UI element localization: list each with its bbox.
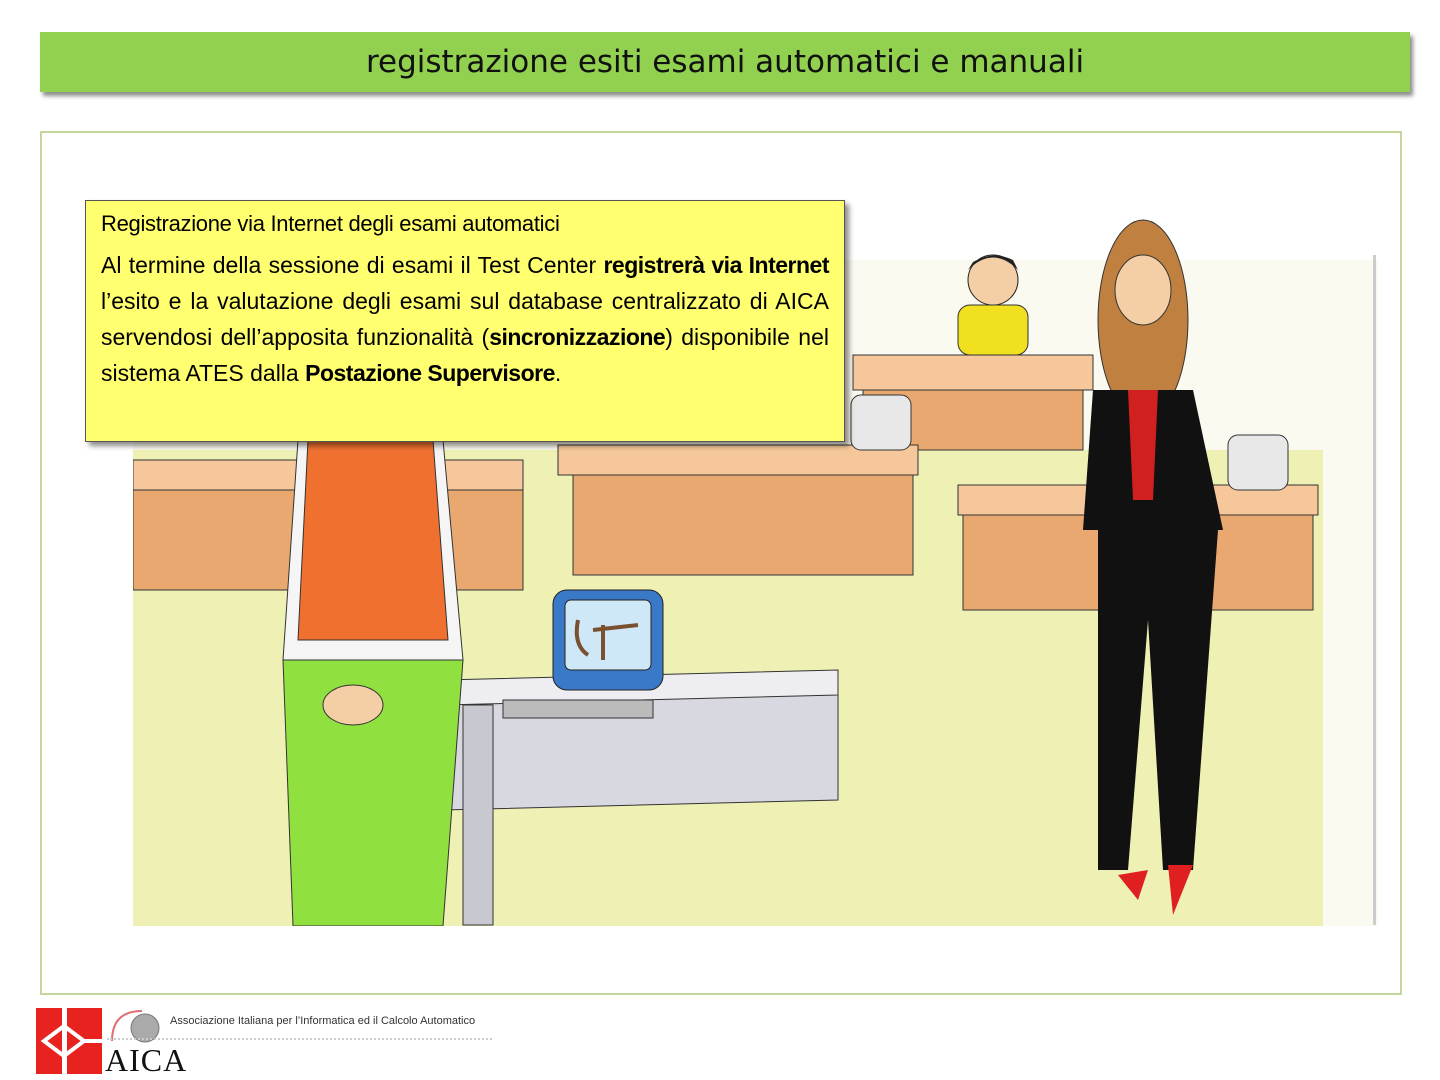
callout-body: Al termine della sessione di esami il Te… bbox=[101, 247, 829, 391]
aica-tagline: Associazione Italiana per l’Informatica … bbox=[170, 1015, 476, 1027]
callout-text-bold: registrerà via Internet bbox=[603, 252, 829, 278]
slide-title: registrazione esiti esami automatici e m… bbox=[365, 44, 1085, 80]
slide-title-bar: registrazione esiti esami automatici e m… bbox=[40, 32, 1410, 92]
callout-text-bold: sincronizzazione bbox=[489, 324, 666, 350]
callout-text-bold: Postazione Supervisore bbox=[305, 360, 555, 386]
callout-heading: Registrazione via Internet degli esami a… bbox=[101, 211, 560, 236]
aica-logo: AICA Associazione Italiana per l’Informa… bbox=[32, 998, 492, 1078]
info-callout: Registrazione via Internet degli esami a… bbox=[85, 200, 845, 442]
aica-logo-mark bbox=[36, 1008, 102, 1074]
aica-diamond-icon bbox=[40, 1008, 102, 1074]
callout-text: Al termine della sessione di esami il Te… bbox=[101, 252, 604, 278]
callout-text: . bbox=[554, 360, 562, 386]
aica-logo-name: AICA bbox=[105, 1042, 188, 1078]
